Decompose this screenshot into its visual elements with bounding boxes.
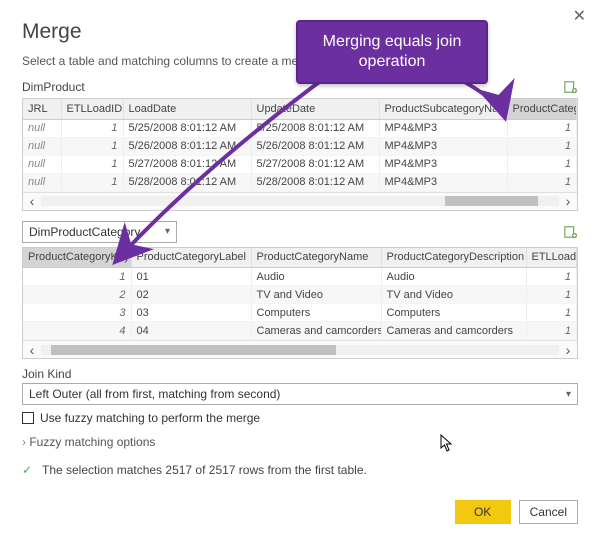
- fuzzy-options-expander[interactable]: Fuzzy matching options: [22, 435, 578, 449]
- col-etlloadid[interactable]: ETLLoadID: [526, 248, 577, 268]
- table2-grid: ProductCategoryKey ProductCategoryLabel …: [22, 247, 578, 360]
- col-loaddate[interactable]: LoadDate: [123, 99, 251, 119]
- table2-select[interactable]: DimProductCategory ▾: [22, 221, 177, 243]
- table1-name: DimProduct: [22, 80, 85, 94]
- cancel-button[interactable]: Cancel: [519, 500, 578, 524]
- fuzzy-checkbox-label: Use fuzzy matching to perform the merge: [40, 411, 260, 425]
- preview-icon[interactable]: [564, 80, 578, 94]
- col-etlloadid[interactable]: ETLLoadID: [61, 99, 123, 119]
- table-row[interactable]: null 1 5/26/2008 8:01:12 AM 5/26/2008 8:…: [23, 137, 577, 155]
- check-icon: ✓: [22, 463, 36, 477]
- table2-header-row: ProductCategoryKey ProductCategoryLabel …: [23, 248, 577, 268]
- col-productcategorydescription[interactable]: ProductCategoryDescription: [381, 248, 526, 268]
- table-row[interactable]: null 1 5/25/2008 8:01:12 AM 5/25/2008 8:…: [23, 119, 577, 137]
- table1-header-row: JRL ETLLoadID LoadDate UpdateDate Produc…: [23, 99, 577, 119]
- col-productcategoryname[interactable]: ProductCategoryName: [251, 248, 381, 268]
- chevron-down-icon: ▾: [165, 226, 170, 237]
- col-productsubcategoryname[interactable]: ProductSubcategoryName: [379, 99, 507, 119]
- scroll-left-icon[interactable]: ‹: [23, 343, 41, 357]
- scroll-right-icon[interactable]: ›: [559, 194, 577, 208]
- fuzzy-checkbox[interactable]: [22, 412, 34, 424]
- table-row[interactable]: 3 03 Computers Computers 1: [23, 304, 577, 322]
- annotation-callout: Merging equals join operation: [296, 20, 488, 84]
- ok-button[interactable]: OK: [455, 500, 511, 524]
- table-row[interactable]: 2 02 TV and Video TV and Video 1: [23, 286, 577, 304]
- col-productcategorykey[interactable]: ProductCategoryKey: [507, 99, 577, 119]
- scroll-left-icon[interactable]: ‹: [23, 194, 41, 208]
- table1-grid: JRL ETLLoadID LoadDate UpdateDate Produc…: [22, 98, 578, 211]
- table-row[interactable]: null 1 5/27/2008 8:01:12 AM 5/27/2008 8:…: [23, 155, 577, 173]
- col-jrl[interactable]: JRL: [23, 99, 61, 119]
- table1-hscroll[interactable]: ‹ ›: [23, 192, 577, 210]
- table-row[interactable]: null 1 5/28/2008 8:01:12 AM 5/28/2008 8:…: [23, 173, 577, 191]
- join-kind-label: Join Kind: [22, 367, 578, 381]
- close-icon[interactable]: ✕: [573, 6, 586, 26]
- status-text: The selection matches 2517 of 2517 rows …: [42, 463, 367, 477]
- cursor-icon: [440, 434, 454, 452]
- join-kind-value: Left Outer (all from first, matching fro…: [29, 387, 280, 401]
- table-row[interactable]: 4 04 Cameras and camcorders Cameras and …: [23, 322, 577, 340]
- col-productcategorylabel[interactable]: ProductCategoryLabel: [131, 248, 251, 268]
- scroll-right-icon[interactable]: ›: [559, 343, 577, 357]
- table-row[interactable]: 1 01 Audio Audio 1: [23, 268, 577, 286]
- chevron-down-icon: ▾: [566, 389, 571, 400]
- col-updatedate[interactable]: UpdateDate: [251, 99, 379, 119]
- join-kind-select[interactable]: Left Outer (all from first, matching fro…: [22, 383, 578, 405]
- table2-selected-value: DimProductCategory: [29, 225, 140, 239]
- preview-icon[interactable]: [564, 225, 578, 239]
- col-productcategorykey[interactable]: ProductCategoryKey: [23, 248, 131, 268]
- table2-hscroll[interactable]: ‹ ›: [23, 340, 577, 358]
